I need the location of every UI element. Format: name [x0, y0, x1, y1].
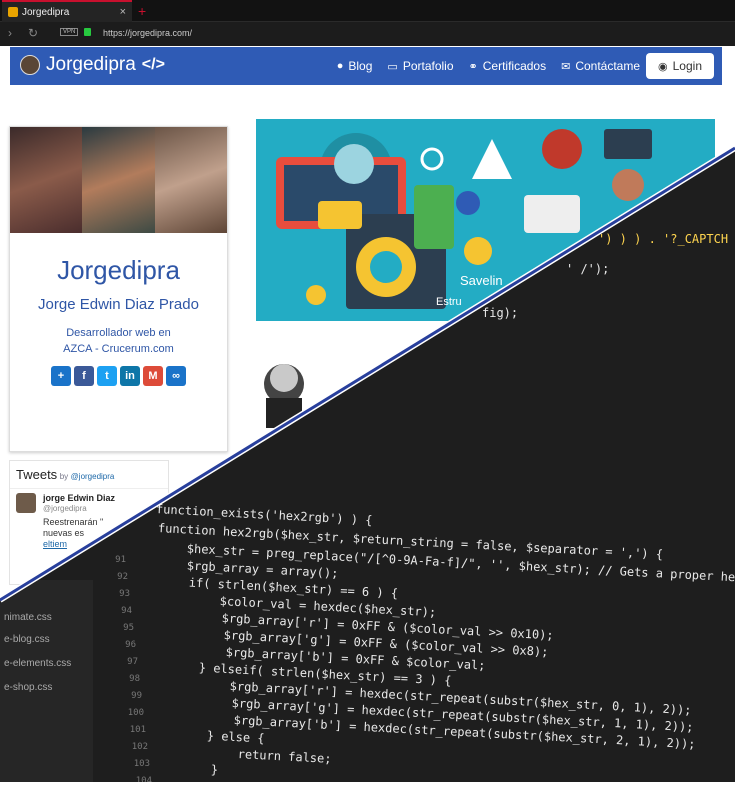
diagonal-divider	[0, 145, 735, 603]
